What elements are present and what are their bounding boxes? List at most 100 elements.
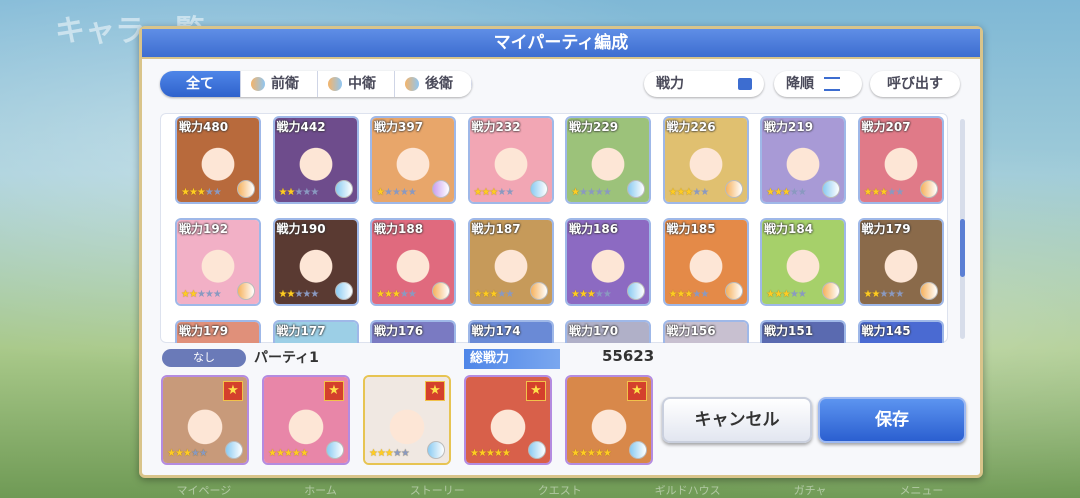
rarity-stars: ★★★★★ [571, 289, 612, 300]
character-card[interactable]: 戦力145★★★★★ [857, 320, 944, 343]
background-nav-item: クエスト [537, 484, 582, 497]
party-slot[interactable]: ★ ★★★★★ [363, 375, 451, 465]
sort-lines-icon [824, 77, 840, 91]
character-card[interactable]: 戦力170★★★★★ [565, 320, 651, 343]
rarity-stars: ★★★★★ [181, 187, 222, 198]
character-card[interactable]: 戦力190 ★★★★★ [272, 218, 359, 306]
rarity-stars: ★★★★★ [181, 289, 222, 300]
chevron-icon [405, 77, 419, 91]
tab-front[interactable]: 前衛 [241, 71, 318, 97]
character-card[interactable]: 戦力179★★★★★ [175, 320, 261, 343]
tab-label: 後衛 [425, 76, 453, 92]
position-icon [724, 180, 743, 198]
party-edit-dialog: マイパーティ編成 全て 前衛 中衛 後衛 戦力 降順 呼び出す 戦力480 ★★★… [139, 26, 983, 478]
character-roster-grid[interactable]: 戦力480 ★★★★★ 戦力442 ★★★★★ 戦力397 ★★★★★ 戦力232 ★★★★★… [160, 113, 948, 343]
tab-label: 中衛 [348, 76, 376, 92]
character-card[interactable]: 戦力179 ★★★★★ [857, 218, 944, 306]
character-power: 戦力186 [569, 222, 619, 236]
character-card[interactable]: 戦力229 ★★★★★ [565, 116, 651, 204]
tab-middle[interactable]: 中衛 [318, 71, 395, 97]
character-power: 戦力187 [471, 222, 521, 236]
character-card[interactable]: 戦力480 ★★★★★ [175, 116, 261, 204]
rarity-stars: ★★★★★ [668, 187, 710, 198]
party-tag[interactable]: なし [162, 349, 246, 367]
character-power: 戦力145 [861, 324, 911, 338]
rarity-stars: ★★★★★ [766, 187, 807, 198]
character-card[interactable]: 戦力397 ★★★★★ [370, 116, 456, 204]
background-nav-item: ギルドハウス [654, 484, 721, 497]
character-card[interactable]: 戦力151★★★★★ [760, 320, 846, 343]
character-card[interactable]: 戦力188 ★★★★★ [370, 218, 456, 306]
position-icon [432, 282, 450, 300]
roster-scrollbar[interactable] [960, 119, 965, 339]
rarity-stars: ★★★★★ [473, 187, 515, 198]
recall-button[interactable]: 呼び出す [870, 71, 960, 97]
character-power: 戦力442 [276, 120, 326, 134]
star-badge-icon: ★ [526, 381, 546, 401]
character-card[interactable]: 戦力176★★★★★ [370, 320, 456, 343]
save-button[interactable]: 保存 [818, 397, 966, 443]
position-icon [237, 282, 255, 300]
character-card[interactable]: 戦力156★★★★★ [662, 320, 749, 343]
character-card[interactable]: 戦力232 ★★★★★ [467, 116, 554, 204]
rarity-stars: ★★★★★ [668, 289, 710, 300]
rarity-stars: ★★★★★ [268, 448, 309, 459]
position-icon [822, 282, 840, 300]
sort-order-button[interactable]: 降順 [774, 71, 862, 97]
background-nav-item: メニュー [899, 484, 944, 497]
position-icon [432, 180, 450, 198]
cancel-button[interactable]: キャンセル [662, 397, 812, 443]
character-card[interactable]: 戦力442 ★★★★★ [272, 116, 359, 204]
character-card[interactable]: 戦力207 ★★★★★ [857, 116, 944, 204]
rarity-stars: ★★★★★ [571, 187, 612, 198]
character-card[interactable]: 戦力177★★★★★ [272, 320, 359, 343]
character-card[interactable]: 戦力174★★★★★ [467, 320, 554, 343]
character-card[interactable]: 戦力219 ★★★★★ [760, 116, 846, 204]
character-card[interactable]: 戦力187 ★★★★★ [467, 218, 554, 306]
character-card[interactable]: 戦力226 ★★★★★ [662, 116, 749, 204]
character-power: 戦力170 [569, 324, 619, 338]
position-icon [919, 282, 938, 300]
rarity-stars: ★★★★★ [369, 448, 410, 459]
recall-label: 呼び出す [887, 76, 943, 92]
background-nav-item: ガチャ [793, 484, 827, 497]
position-filter-tabs: 全て 前衛 中衛 後衛 [160, 71, 472, 97]
character-card[interactable]: 戦力184 ★★★★★ [760, 218, 846, 306]
tab-all[interactable]: 全て [160, 71, 241, 97]
position-icon [334, 180, 353, 198]
position-icon [334, 282, 353, 300]
star-badge-icon: ★ [627, 381, 647, 401]
position-icon [225, 441, 243, 459]
star-badge-icon: ★ [425, 381, 445, 401]
sort-key-button[interactable]: 戦力 [644, 71, 764, 97]
rarity-stars: ★★★★★ [470, 448, 511, 459]
party-slot[interactable]: ★ ★★★★★ [464, 375, 552, 465]
position-icon [629, 441, 647, 459]
rarity-stars: ★★★★★ [167, 448, 208, 459]
rarity-stars: ★★★★★ [473, 289, 515, 300]
rarity-stars: ★★★★★ [278, 187, 320, 198]
rarity-stars: ★★★★★ [863, 289, 905, 300]
tab-label: 前衛 [271, 76, 299, 92]
tab-back[interactable]: 後衛 [395, 71, 472, 97]
background-nav-item: ストーリー [409, 484, 465, 497]
total-power-label: 総戦力 [464, 349, 560, 369]
character-power: 戦力184 [764, 222, 814, 236]
position-icon [627, 180, 645, 198]
party-slot[interactable]: ★ ★★★★★ [161, 375, 249, 465]
rarity-stars: ★★★★★ [278, 289, 320, 300]
character-card[interactable]: 戦力186 ★★★★★ [565, 218, 651, 306]
star-badge-icon: ★ [223, 381, 243, 401]
background-nav: マイページ ホーム ストーリー クエスト ギルドハウス ガチャ メニュー [140, 476, 980, 498]
character-power: 戦力179 [861, 222, 911, 236]
character-card[interactable]: 戦力192 ★★★★★ [175, 218, 261, 306]
rarity-stars: ★★★★★ [376, 289, 417, 300]
chevron-icon [328, 77, 342, 91]
party-name: パーティ1 [254, 350, 319, 366]
roster-scroll-thumb[interactable] [960, 219, 965, 277]
party-slot[interactable]: ★ ★★★★★ [565, 375, 653, 465]
rarity-stars: ★★★★★ [571, 448, 612, 459]
party-slot[interactable]: ★ ★★★★★ [262, 375, 350, 465]
rarity-stars: ★★★★★ [766, 289, 807, 300]
character-card[interactable]: 戦力185 ★★★★★ [662, 218, 749, 306]
